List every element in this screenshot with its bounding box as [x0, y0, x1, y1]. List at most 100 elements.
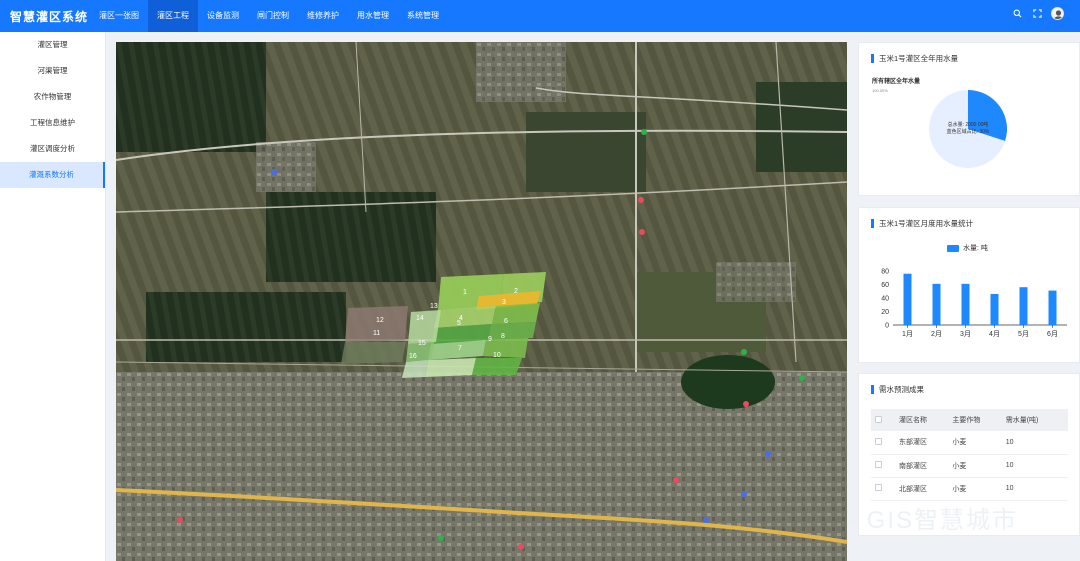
- table-row[interactable]: 北部灌区 小麦 10: [871, 477, 1068, 501]
- annual-panel-header: 玉米1号灌区全年用水量: [871, 53, 958, 64]
- cell-area: 南部灌区: [899, 454, 953, 478]
- svg-text:2: 2: [514, 288, 518, 295]
- x-tick-label: 4月: [989, 330, 1000, 338]
- svg-text:10: 10: [493, 352, 501, 359]
- cell-demand: 10: [1005, 454, 1068, 478]
- sidebar: 灌区管理 河渠管理 农作物管理 工程信息维护 灌区调度分析 灌溉系数分析: [0, 32, 106, 561]
- pie-center-text-total: 总水量: 2000 00吨: [948, 121, 989, 128]
- row-checkbox-cell: [871, 454, 899, 478]
- map-canvas: 1 2 3 4 5 6 7 8 9 10 11 12 13 14 15 16: [116, 42, 847, 561]
- cell-area: 北部灌区: [899, 477, 953, 501]
- bar-1月[interactable]: [903, 273, 912, 325]
- table-row[interactable]: 南部灌区 小麦 10: [871, 454, 1068, 478]
- row-checkbox[interactable]: [875, 461, 882, 468]
- main-nav: 灌区一张图 灌区工程 设备监测 闸门控制 维修养护 用水管理 系统管理: [90, 0, 448, 32]
- svg-text:16: 16: [409, 353, 417, 360]
- nav-item-gate-control[interactable]: 闸门控制: [248, 0, 298, 32]
- forecast-table: 灌区名称 主要作物 需水量(吨) 东部灌区 小麦 10 南部灌区 小麦 10 北…: [871, 409, 1068, 501]
- sidebar-item-canals[interactable]: 河渠管理: [0, 58, 105, 84]
- cell-demand: 10: [1005, 477, 1068, 501]
- pie-center-text-ratio: 蓝色区域占比: 30%: [947, 128, 990, 135]
- monthly-panel-title: 玉米1号灌区月度用水量统计: [879, 219, 974, 228]
- y-tick-label: 20: [881, 309, 889, 316]
- fullscreen-icon[interactable]: [1031, 8, 1043, 20]
- column-header-crop: 主要作物: [952, 409, 1006, 431]
- y-tick-label: 0: [885, 323, 889, 330]
- select-all-cell: [871, 409, 899, 431]
- monthly-water-panel: 玉米1号灌区月度用水量统计 水量: 吨 0 20 40 60 80 1月 2月 3月 4月 5月 6…: [858, 207, 1080, 363]
- pie-chart-title: 所有辖区全年水量: [872, 79, 921, 85]
- forecast-panel-header: 需水预测成果: [871, 384, 924, 395]
- watermark-text: · GIS智慧城市: [848, 507, 1019, 534]
- x-tick-label: 1月: [902, 330, 913, 338]
- row-checkbox[interactable]: [875, 437, 882, 445]
- x-tick-label: 6月: [1047, 330, 1058, 338]
- row-checkbox-cell: [871, 477, 899, 501]
- title-accent-bar: [871, 54, 874, 63]
- sidebar-item-engineering-info[interactable]: 工程信息维护: [0, 110, 105, 136]
- nav-item-maintenance[interactable]: 维修养护: [298, 0, 348, 32]
- table-row[interactable]: 东部灌区 小麦 10: [871, 431, 1068, 455]
- x-tick-label: 3月: [960, 330, 971, 338]
- legend-label: 水量: 吨: [963, 245, 988, 252]
- title-accent-bar: [871, 385, 874, 394]
- legend-swatch: [947, 244, 959, 252]
- sidebar-item-crops[interactable]: 农作物管理: [0, 84, 105, 110]
- sidebar-item-dispatch-analysis[interactable]: 灌区调度分析: [0, 136, 105, 162]
- sidebar-item-irrigation-coefficient[interactable]: 灌溉系数分析: [0, 162, 105, 188]
- annual-pie-chart[interactable]: 总水量: 2000 00吨 蓝色区域占比: 30%: [927, 88, 1009, 175]
- nav-item-device-monitoring[interactable]: 设备监测: [198, 0, 248, 32]
- monthly-panel-header: 玉米1号灌区月度用水量统计: [871, 218, 973, 229]
- satellite-map[interactable]: 1 2 3 4 5 6 7 8 9 10 11 12 13 14 15 16: [116, 42, 847, 561]
- pie-chart-subtitle: 100.00%: [872, 88, 888, 93]
- svg-text:8: 8: [501, 333, 505, 340]
- bar-4月[interactable]: [990, 293, 999, 325]
- y-tick-label: 80: [881, 269, 889, 276]
- row-checkbox-cell: [871, 431, 899, 455]
- nav-item-system-management[interactable]: 系统管理: [398, 0, 448, 32]
- table-header-row: 灌区名称 主要作物 需水量(吨): [871, 409, 1068, 431]
- monthly-bar-chart[interactable]: 0 20 40 60 80 1月 2月 3月 4月 5月 6月: [867, 263, 1073, 352]
- cell-area: 东部灌区: [899, 431, 953, 455]
- column-header-area: 灌区名称: [899, 409, 953, 431]
- svg-text:9: 9: [488, 336, 492, 343]
- cell-crop: 小麦: [952, 477, 1006, 501]
- y-tick-label: 60: [881, 282, 889, 289]
- nav-item-overview-map[interactable]: 灌区一张图: [90, 0, 148, 32]
- x-tick-label: 2月: [931, 330, 942, 338]
- svg-text:14: 14: [416, 315, 424, 322]
- sidebar-item-irrigation-area[interactable]: 灌区管理: [0, 32, 105, 58]
- cell-demand: 10: [1005, 431, 1068, 455]
- cell-crop: 小麦: [952, 431, 1006, 455]
- svg-text:15: 15: [418, 340, 426, 347]
- bar-2月[interactable]: [932, 283, 941, 325]
- y-tick-label: 40: [881, 296, 889, 303]
- svg-text:7: 7: [458, 345, 462, 352]
- bar-6月[interactable]: [1048, 290, 1057, 325]
- bar-chart-legend[interactable]: 水量: 吨: [947, 243, 988, 253]
- bar-5月[interactable]: [1019, 287, 1028, 325]
- annual-water-panel: 玉米1号灌区全年用水量 所有辖区全年水量 100.00% 总水量: 2000 0…: [858, 42, 1080, 196]
- svg-text:6: 6: [504, 318, 508, 325]
- search-icon[interactable]: [1011, 8, 1023, 20]
- header-tools: [1011, 7, 1064, 20]
- row-checkbox[interactable]: [875, 484, 882, 491]
- forecast-panel-title: 需水预测成果: [879, 385, 924, 394]
- title-accent-bar: [871, 219, 874, 228]
- svg-text:12: 12: [376, 317, 384, 324]
- bar-3月[interactable]: [961, 283, 970, 325]
- annual-panel-title: 玉米1号灌区全年用水量: [879, 54, 959, 63]
- svg-text:11: 11: [373, 330, 380, 337]
- svg-text:13: 13: [430, 303, 438, 310]
- top-nav-bar: 智慧灌区系统 灌区一张图 灌区工程 设备监测 闸门控制 维修养护 用水管理 系统…: [0, 0, 1080, 32]
- nav-item-irrigation-engineering[interactable]: 灌区工程: [148, 0, 198, 32]
- user-avatar[interactable]: [1051, 7, 1064, 20]
- svg-text:1: 1: [463, 289, 467, 296]
- column-header-demand: 需水量(吨): [1005, 409, 1068, 431]
- cell-crop: 小麦: [952, 454, 1006, 478]
- svg-text:5: 5: [457, 320, 461, 327]
- svg-text:3: 3: [502, 299, 506, 306]
- nav-item-water-management[interactable]: 用水管理: [348, 0, 398, 32]
- select-all-checkbox[interactable]: [875, 415, 882, 423]
- app-title: 智慧灌区系统: [10, 9, 89, 24]
